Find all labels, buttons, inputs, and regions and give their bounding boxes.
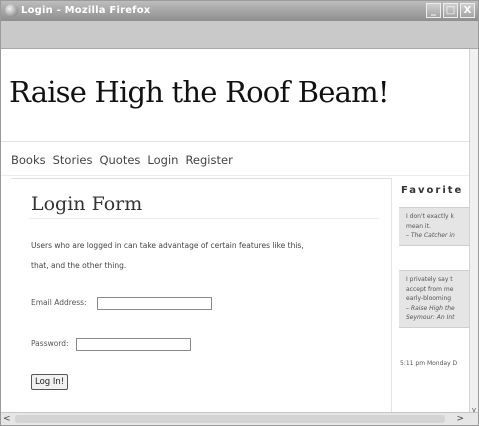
scroll-right-icon[interactable]: > [456, 413, 464, 425]
form-intro-line2: that, and the other thing. [31, 261, 127, 270]
quote-2-line-3: early-blooming [406, 295, 452, 302]
close-button[interactable]: X [460, 3, 475, 18]
form-heading-divider [29, 218, 379, 219]
nav-link-register[interactable]: Register [185, 153, 232, 167]
horizontal-scrollbar[interactable]: < > [1, 412, 478, 425]
site-title: Raise High the Roof Beam! [9, 75, 389, 109]
quote-1-line-1: I don't exactly k [406, 213, 454, 220]
quote-1-citation[interactable]: – The Catcher in [406, 231, 470, 241]
scroll-left-icon[interactable]: < [3, 413, 11, 425]
favorite-quote-1: I don't exactly k mean it. – The Catcher… [399, 207, 470, 246]
header-divider [1, 141, 470, 142]
email-field[interactable] [97, 297, 212, 310]
form-heading: Login Form [31, 193, 143, 215]
nav-link-login[interactable]: Login [147, 153, 178, 167]
vertical-scrollbar[interactable]: v [469, 49, 478, 415]
form-intro-line1: Users who are logged in can take advanta… [31, 241, 304, 250]
horizontal-scroll-thumb[interactable] [15, 415, 445, 423]
favorite-quote-2: I privately say t accept from me early-b… [399, 270, 470, 328]
window-controls: _ □ X [426, 3, 475, 18]
quote-2-line-1: I privately say t [406, 276, 453, 283]
main-nav: Books Stories Quotes Login Register [11, 153, 233, 167]
login-button[interactable]: Log In! [31, 374, 69, 390]
email-label: Email Address: [31, 298, 87, 307]
nav-link-stories[interactable]: Stories [53, 153, 93, 167]
browser-toolbar [1, 21, 478, 49]
sidebar-timestamp: 5:11 pm Monday D [400, 360, 458, 367]
nav-link-books[interactable]: Books [11, 153, 46, 167]
window-title: Login - Mozilla Firefox [21, 5, 151, 16]
password-field[interactable] [76, 338, 191, 351]
favorites-sidebar: Favorite I don't exactly k mean it. – Th… [391, 178, 470, 415]
quote-2-line-2: accept from me [406, 285, 454, 293]
login-panel: Login Form Users who are logged in can t… [11, 178, 392, 415]
form-intro: Users who are logged in can take advanta… [31, 236, 381, 276]
page-viewport: Raise High the Roof Beam! Books Stories … [1, 49, 470, 415]
maximize-button[interactable]: □ [443, 3, 458, 18]
quote-1-line-2: mean it. [406, 222, 431, 230]
window-titlebar: Login - Mozilla Firefox _ □ X [1, 1, 478, 21]
quote-2-citation-1[interactable]: – Raise High the [406, 304, 470, 314]
favorites-heading: Favorite [401, 185, 464, 196]
quote-2-citation-2[interactable]: Seymour: An Int [406, 313, 470, 323]
firefox-icon [5, 4, 18, 17]
browser-window: Login - Mozilla Firefox _ □ X Raise High… [0, 0, 479, 426]
nav-divider [1, 175, 470, 176]
password-label: Password: [31, 339, 69, 348]
minimize-button[interactable]: _ [426, 3, 441, 18]
nav-link-quotes[interactable]: Quotes [99, 153, 140, 167]
